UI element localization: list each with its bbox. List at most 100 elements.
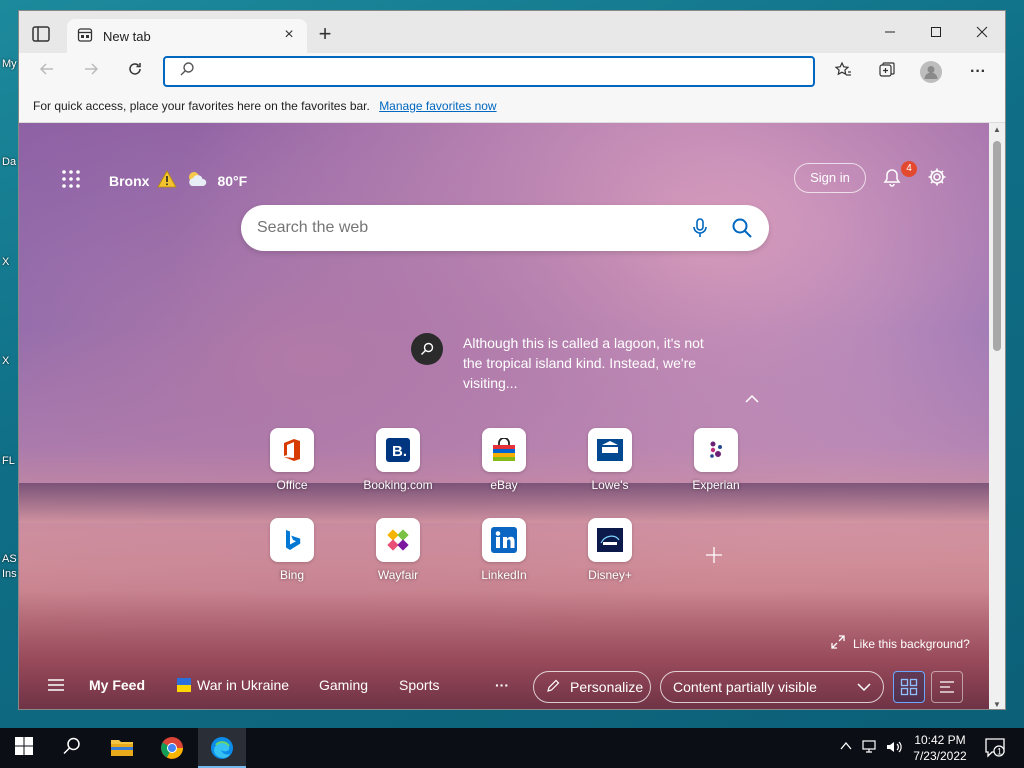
content-visibility-dropdown[interactable]: Content partially visible	[660, 671, 884, 703]
desktop-label[interactable]: X	[2, 355, 9, 367]
tab-strip: New tab × +	[19, 11, 1005, 53]
personalize-button[interactable]: Personalize	[533, 671, 651, 703]
web-search-box[interactable]	[241, 205, 769, 251]
feed-more-button[interactable]: ···	[495, 677, 509, 693]
collections-icon[interactable]	[876, 61, 898, 83]
quick-link-tile[interactable]: Disney+	[565, 518, 655, 582]
desktop-label[interactable]: AS	[2, 553, 17, 565]
app-launcher-icon[interactable]	[61, 169, 81, 189]
action-center-icon[interactable]: 1	[984, 736, 1008, 760]
desktop-label[interactable]: Ins	[2, 568, 17, 580]
tile-label: Bing	[279, 568, 305, 582]
windows-taskbar: 10:42 PM 7/23/2022 1	[0, 728, 1024, 768]
experian-icon	[694, 428, 738, 472]
quick-link-tile[interactable]: LinkedIn	[459, 518, 549, 582]
desktop-label[interactable]: Da	[2, 156, 16, 168]
file-explorer-icon[interactable]	[110, 736, 134, 760]
desktop-label[interactable]: X	[2, 256, 9, 268]
taskbar-search-icon[interactable]	[62, 736, 86, 760]
menu-hamburger-icon[interactable]	[47, 678, 65, 692]
page-scrollbar[interactable]: ▲ ▼	[989, 123, 1005, 709]
search-submit-icon[interactable]	[731, 217, 753, 239]
chevron-up-icon[interactable]	[745, 391, 759, 407]
new-tab-page-icon	[77, 27, 93, 46]
refresh-button[interactable]	[123, 60, 147, 84]
tile-label: Experian	[692, 478, 740, 492]
feed-navigation-bar: My Feed War in Ukraine Gaming Sports ···…	[19, 668, 991, 706]
caption-text: Although this is called a lagoon, it's n…	[463, 335, 704, 391]
tile-label: Lowe's	[591, 478, 629, 492]
tile-label: Wayfair	[377, 568, 419, 582]
tab-new-tab[interactable]: New tab ×	[67, 19, 307, 53]
content-visibility-value: Content partially visible	[673, 679, 817, 695]
close-window-button[interactable]	[959, 19, 1005, 47]
page-settings-gear-icon[interactable]	[926, 166, 948, 188]
feed-tab-sports[interactable]: Sports	[399, 677, 439, 693]
back-button[interactable]	[35, 60, 59, 84]
browser-window: New tab × + ··· For quick access, place …	[18, 10, 1006, 710]
minimize-button[interactable]	[867, 19, 913, 47]
tab-close-icon[interactable]: ×	[281, 27, 297, 44]
pencil-icon	[546, 679, 560, 696]
desktop-label[interactable]: FL	[2, 455, 15, 467]
quick-link-tile[interactable]: Wayfair	[353, 518, 443, 582]
profile-avatar[interactable]	[920, 61, 942, 83]
personalize-label: Personalize	[570, 679, 644, 695]
desktop-label[interactable]: My	[2, 58, 17, 70]
location-name: Bronx	[109, 172, 150, 189]
weather-widget[interactable]: Bronx 80°F	[109, 169, 247, 192]
chrome-icon[interactable]	[160, 736, 184, 760]
caption-search-icon	[411, 333, 443, 365]
scroll-up-arrow[interactable]: ▲	[989, 125, 1005, 134]
wayfair-icon	[376, 518, 420, 562]
tab-actions-icon[interactable]	[31, 25, 51, 43]
feed-tab-war-in-ukraine[interactable]: War in Ukraine	[177, 677, 289, 693]
new-tab-page: Bronx 80°F Sign in 4 Search the web Alth…	[19, 123, 991, 709]
network-icon[interactable]	[862, 740, 878, 757]
tile-label: eBay	[490, 478, 518, 492]
quick-link-tile[interactable]: eBay	[459, 428, 549, 492]
microphone-icon[interactable]	[689, 217, 711, 239]
favorites-bar-hint: For quick access, place your favorites h…	[33, 99, 370, 113]
new-tab-button[interactable]: +	[313, 23, 337, 47]
notifications-bell-icon[interactable]	[881, 167, 903, 189]
tab-title: New tab	[103, 28, 151, 44]
tile-label: Booking.com	[363, 478, 433, 492]
quick-link-tile[interactable]: Lowe's	[565, 428, 655, 492]
ebay-icon	[482, 428, 526, 472]
favorites-icon[interactable]	[832, 61, 854, 83]
partly-cloudy-icon	[185, 169, 209, 192]
feed-tab-gaming[interactable]: Gaming	[319, 677, 368, 693]
feed-tab-my-feed[interactable]: My Feed	[89, 677, 145, 693]
address-input[interactable]	[207, 63, 767, 80]
action-center-count: 1	[997, 747, 1002, 757]
temperature: 80°F	[217, 172, 248, 189]
edge-icon[interactable]	[210, 736, 234, 760]
manage-favorites-link[interactable]: Manage favorites now	[379, 99, 496, 113]
scrollbar-thumb[interactable]	[993, 141, 1001, 351]
office-icon	[270, 428, 314, 472]
add-quick-link-button[interactable]	[705, 543, 723, 571]
chevron-up-tray-icon[interactable]	[840, 740, 852, 754]
windows-start-icon[interactable]	[14, 736, 38, 760]
linkedin-icon	[482, 518, 526, 562]
web-search-input[interactable]	[257, 219, 669, 237]
taskbar-clock[interactable]: 10:42 PM 7/23/2022	[900, 732, 980, 764]
bing-icon	[270, 518, 314, 562]
quick-link-tile[interactable]: B. Booking.com	[353, 428, 443, 492]
quick-link-tile[interactable]: Experian	[671, 428, 761, 492]
address-bar[interactable]	[163, 56, 815, 87]
list-layout-button[interactable]	[931, 671, 963, 703]
clock-date: 7/23/2022	[913, 749, 967, 763]
sign-in-button[interactable]: Sign in	[794, 163, 866, 193]
forward-button[interactable]	[79, 60, 103, 84]
more-options-icon[interactable]: ···	[967, 61, 989, 83]
quick-link-tile[interactable]: Office	[247, 428, 337, 492]
grid-layout-button[interactable]	[893, 671, 925, 703]
quick-link-tile[interactable]: Bing	[247, 518, 337, 582]
like-background-link[interactable]: Like this background?	[831, 635, 970, 652]
maximize-button[interactable]	[913, 19, 959, 47]
favorites-bar: For quick access, place your favorites h…	[19, 91, 1005, 123]
scroll-down-arrow[interactable]: ▼	[989, 700, 1005, 709]
background-caption[interactable]: Although this is called a lagoon, it's n…	[411, 333, 723, 393]
